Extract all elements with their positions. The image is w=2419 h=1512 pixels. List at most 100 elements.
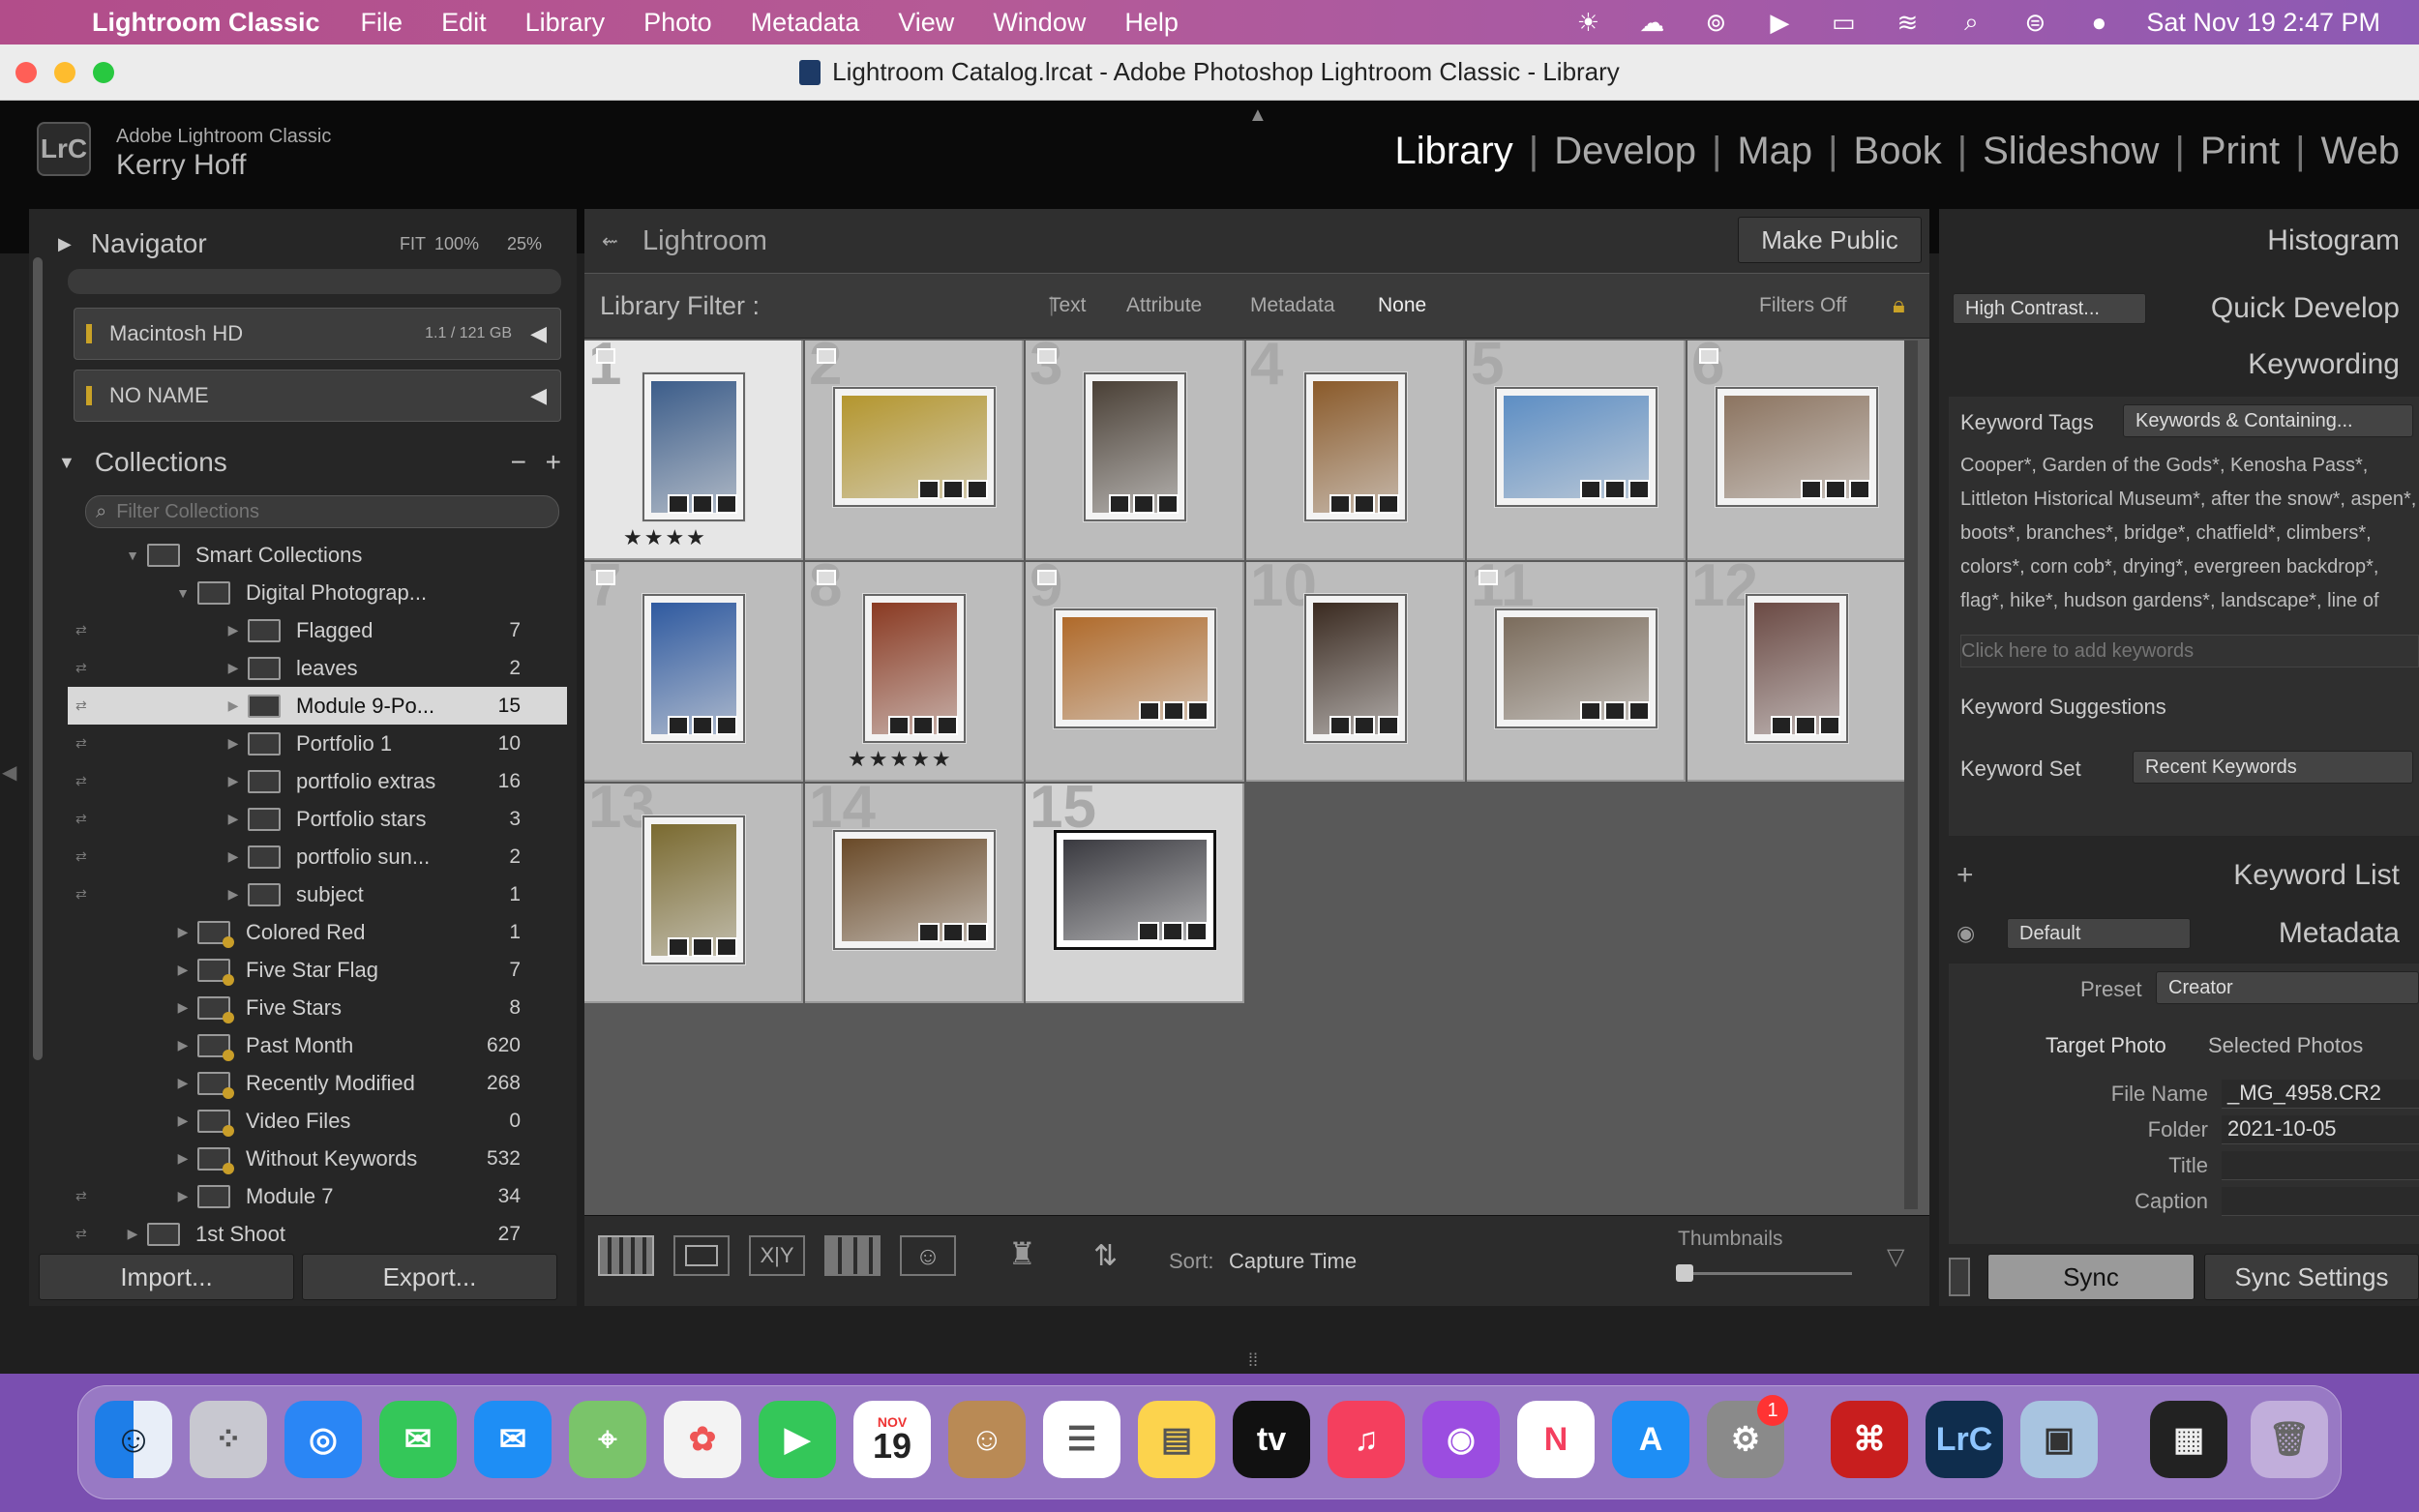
- pick-flag-icon[interactable]: [1037, 570, 1057, 585]
- collection-row[interactable]: ▶ Video Files 0: [68, 1102, 567, 1140]
- grid-cell[interactable]: 3: [1026, 335, 1244, 560]
- facetime-icon[interactable]: ▶: [759, 1401, 836, 1478]
- grid-cell[interactable]: 6: [1687, 335, 1906, 560]
- keyword-suggestions-label[interactable]: Keyword Suggestions: [1960, 695, 2166, 720]
- disclosure-right-icon[interactable]: ▶: [118, 1226, 147, 1242]
- sort-direction-icon[interactable]: ⇅: [1093, 1239, 1118, 1273]
- badge-icon[interactable]: [1186, 921, 1208, 941]
- collection-row[interactable]: ▶ Five Stars 8: [68, 989, 567, 1026]
- grid-cell[interactable]: 14: [805, 778, 1024, 1003]
- filter-tab-attribute[interactable]: Attribute: [1126, 294, 1202, 317]
- badge-icon[interactable]: [1819, 715, 1840, 735]
- wifi-icon[interactable]: ≋: [1891, 8, 1924, 37]
- grid-cell[interactable]: 4: [1246, 335, 1465, 560]
- grid-cell[interactable]: 12: [1687, 556, 1906, 782]
- calendar-icon[interactable]: NOV 19: [853, 1401, 931, 1478]
- photo-thumbnail[interactable]: [1716, 386, 1878, 507]
- badge-icon[interactable]: [668, 493, 689, 514]
- menu-file[interactable]: File: [361, 8, 403, 38]
- reminders-icon[interactable]: ☰: [1043, 1401, 1120, 1478]
- collection-row[interactable]: ▶ Colored Red 1: [68, 913, 567, 951]
- pick-flag-icon[interactable]: [1478, 570, 1498, 585]
- collection-row[interactable]: ⇄ ▶ Flagged 7: [68, 611, 567, 649]
- metadata-header[interactable]: ◉ Default Metadata: [1939, 909, 2419, 958]
- collection-row[interactable]: ⇄ ▶ Module 7 34: [68, 1177, 567, 1215]
- collection-row[interactable]: ⇄ ▶ leaves 2: [68, 649, 567, 687]
- tab-target-photo[interactable]: Target Photo: [2046, 1033, 2166, 1058]
- collection-row[interactable]: ⇄ ▶ subject 1: [68, 875, 567, 913]
- badge-icon[interactable]: [668, 936, 689, 957]
- badge-icon[interactable]: [1109, 493, 1130, 514]
- badge-icon[interactable]: [692, 715, 713, 735]
- maps-icon[interactable]: ⌖: [569, 1401, 646, 1478]
- volume-no-name[interactable]: NO NAME ◀: [74, 370, 561, 422]
- filters-status[interactable]: Filters Off: [1759, 294, 1847, 317]
- grid-cell[interactable]: 7: [584, 556, 803, 782]
- badge-icon[interactable]: [668, 715, 689, 735]
- collection-add-icon[interactable]: +: [546, 447, 561, 478]
- trash-icon[interactable]: 🗑︎: [2251, 1401, 2328, 1478]
- star-rating[interactable]: ★★★★: [623, 525, 707, 550]
- grid-cell[interactable]: 1 ★★★★: [584, 335, 803, 560]
- collection-remove-icon[interactable]: −: [511, 447, 526, 478]
- tab-selected-photos[interactable]: Selected Photos: [2208, 1033, 2363, 1058]
- creative-cloud-icon[interactable]: ⊚: [1699, 8, 1732, 37]
- module-slideshow[interactable]: Slideshow: [1983, 130, 2159, 173]
- zoom-100[interactable]: 100%: [434, 234, 479, 254]
- thumbnail-slider-handle[interactable]: [1676, 1264, 1693, 1282]
- keyword-list-header[interactable]: + Keyword List: [1939, 851, 2419, 900]
- collection-row[interactable]: ⇄ ▶ Module 9-Po... 15: [68, 687, 567, 725]
- grid-cell[interactable]: 13: [584, 778, 803, 1003]
- launchpad-icon[interactable]: ⁘: [190, 1401, 267, 1478]
- metadata-field-value[interactable]: [2222, 1150, 2419, 1180]
- app-store-icon[interactable]: A: [1612, 1401, 1689, 1478]
- badge-icon[interactable]: [1354, 715, 1375, 735]
- badge-icon[interactable]: [1187, 700, 1209, 721]
- metadata-field-value[interactable]: 2021-10-05: [2222, 1114, 2419, 1144]
- badge-icon[interactable]: [1580, 700, 1601, 721]
- sync-button[interactable]: Sync: [1987, 1254, 2195, 1300]
- badge-icon[interactable]: [1163, 700, 1184, 721]
- disclosure-right-icon[interactable]: ▶: [168, 999, 197, 1016]
- badge-icon[interactable]: [716, 936, 737, 957]
- sort-value[interactable]: Capture Time: [1229, 1249, 1357, 1274]
- left-panel-toggle-icon[interactable]: ◀: [2, 760, 16, 785]
- pick-flag-icon[interactable]: [596, 348, 615, 364]
- collection-row[interactable]: ▼ Digital Photograp...: [68, 574, 567, 611]
- grid-cell[interactable]: 11: [1467, 556, 1686, 782]
- badge-icon[interactable]: [1628, 479, 1650, 499]
- quick-develop-header[interactable]: High Contrast... Quick Develop: [1939, 282, 2419, 335]
- badge-icon[interactable]: [1138, 921, 1159, 941]
- badge-icon[interactable]: [1795, 715, 1816, 735]
- badge-icon[interactable]: [1604, 700, 1626, 721]
- grid-cell[interactable]: 15: [1026, 778, 1244, 1003]
- siri-icon[interactable]: ●: [2082, 8, 2115, 37]
- disclosure-right-icon[interactable]: ▶: [168, 1112, 197, 1129]
- play-icon[interactable]: ▶: [1763, 8, 1796, 37]
- zoom-25[interactable]: 25%: [507, 234, 542, 254]
- menu-app-name[interactable]: Lightroom Classic: [92, 8, 320, 38]
- zoom-button[interactable]: [93, 62, 114, 83]
- disclosure-right-icon[interactable]: ▶: [168, 1150, 197, 1167]
- badge-icon[interactable]: [1771, 715, 1792, 735]
- badge-icon[interactable]: [918, 922, 940, 942]
- collection-row[interactable]: ▶ Recently Modified 268: [68, 1064, 567, 1102]
- module-develop[interactable]: Develop: [1554, 130, 1696, 173]
- collection-filter[interactable]: ⌕: [85, 495, 559, 528]
- lock-icon[interactable]: 🔒︎: [1893, 292, 1905, 319]
- compare-view-icon[interactable]: X|Y: [749, 1235, 805, 1276]
- collection-row[interactable]: ⇄ ▶ Portfolio stars 3: [68, 800, 567, 838]
- panel-collapse-top-icon[interactable]: ▲: [1248, 104, 1268, 127]
- disclosure-right-icon[interactable]: ▶: [219, 660, 248, 676]
- photo-thumbnail[interactable]: [642, 371, 745, 521]
- close-button[interactable]: [15, 62, 37, 83]
- toolbar-menu-icon[interactable]: ▽: [1887, 1243, 1904, 1271]
- module-map[interactable]: Map: [1737, 130, 1812, 173]
- disclosure-right-icon[interactable]: ▶: [219, 622, 248, 638]
- photo-thumbnail[interactable]: [1495, 608, 1657, 728]
- control-center-icon[interactable]: ⊜: [2018, 8, 2051, 37]
- add-keyword-input[interactable]: [1960, 635, 2419, 667]
- badge-icon[interactable]: [918, 479, 940, 499]
- module-web[interactable]: Web: [2320, 130, 2400, 173]
- metadata-field-value[interactable]: _MG_4958.CR2: [2222, 1079, 2419, 1109]
